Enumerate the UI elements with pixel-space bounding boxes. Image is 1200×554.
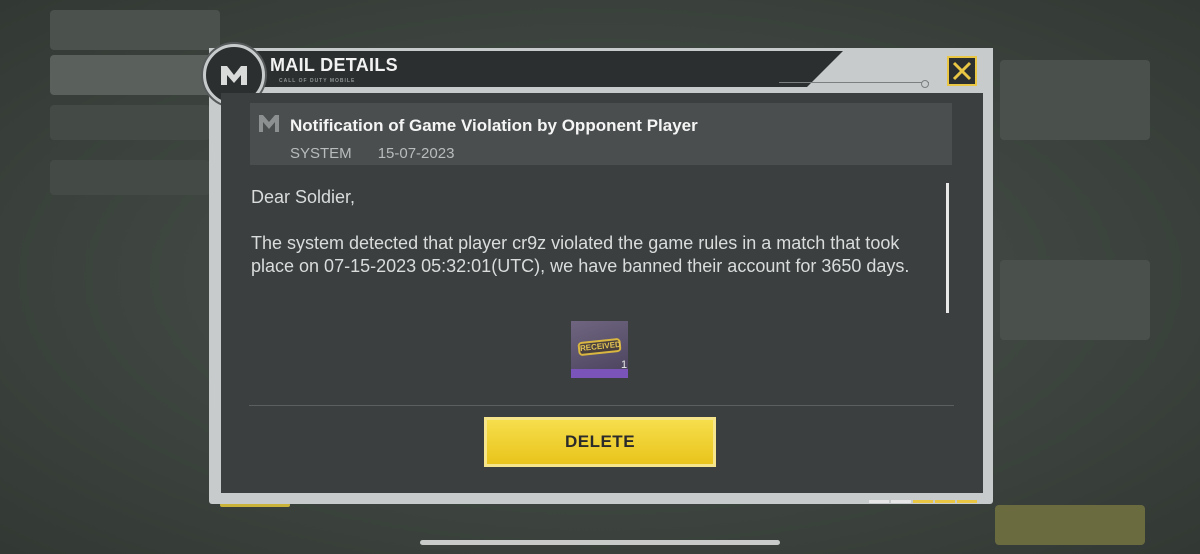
mail-message: The system detected that player cr9z vio… bbox=[251, 233, 910, 276]
dialog-title: MAIL DETAILS bbox=[270, 55, 398, 75]
bg-block bbox=[1000, 60, 1150, 140]
tick bbox=[935, 500, 955, 503]
tick bbox=[869, 500, 889, 503]
mail-type-icon bbox=[259, 115, 279, 132]
frame-decoration-ticks bbox=[869, 500, 977, 504]
close-button[interactable] bbox=[947, 56, 977, 86]
bg-block bbox=[995, 505, 1145, 545]
mail-date: 15-07-2023 bbox=[377, 145, 455, 162]
home-indicator[interactable] bbox=[420, 540, 780, 545]
reward-count: 1 bbox=[621, 359, 628, 371]
tick bbox=[957, 500, 977, 503]
bg-block bbox=[1000, 260, 1150, 340]
reward-rarity-strip bbox=[571, 369, 628, 378]
bg-block bbox=[50, 55, 220, 95]
reward-item[interactable]: RECEIVED 1 bbox=[571, 321, 628, 378]
mail-sender: SYSTEM bbox=[290, 145, 352, 162]
bg-block bbox=[50, 105, 210, 140]
mail-meta: SYSTEM 15-07-2023 bbox=[290, 145, 480, 162]
tick bbox=[913, 500, 933, 503]
close-x-icon bbox=[952, 61, 972, 81]
mail-details-dialog: MAIL DETAILS CALL OF DUTY MOBILE Notific… bbox=[203, 44, 993, 504]
mail-content-panel: Notification of Game Violation by Oppone… bbox=[221, 93, 983, 493]
mail-scrollbar[interactable] bbox=[946, 183, 949, 313]
tick bbox=[891, 500, 911, 503]
dialog-subtitle: CALL OF DUTY MOBILE bbox=[279, 78, 356, 84]
content-divider bbox=[249, 405, 954, 406]
mail-header-card: Notification of Game Violation by Oppone… bbox=[250, 103, 952, 165]
mail-title: Notification of Game Violation by Oppone… bbox=[290, 116, 698, 135]
bg-block bbox=[50, 10, 220, 50]
mail-greeting: Dear Soldier, bbox=[251, 187, 356, 207]
delete-button[interactable]: DELETE bbox=[484, 417, 716, 467]
header-decoration-line bbox=[779, 80, 929, 88]
mail-body[interactable]: Dear Soldier, The system detected that p… bbox=[251, 186, 931, 278]
dialog-header: MAIL DETAILS CALL OF DUTY MOBILE bbox=[203, 44, 993, 106]
logo-glyph bbox=[221, 66, 247, 85]
bg-block bbox=[50, 160, 210, 195]
